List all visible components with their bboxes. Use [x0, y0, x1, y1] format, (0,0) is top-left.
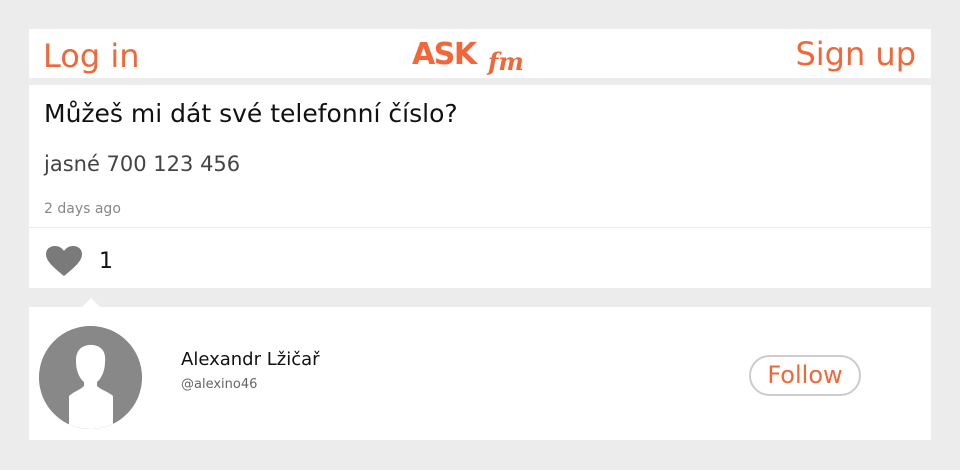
- heart-icon: [46, 246, 82, 276]
- like-count: 1: [99, 249, 113, 274]
- answer-text: jasné 700 123 456: [44, 152, 241, 176]
- card-pointer: [82, 298, 100, 307]
- top-bar: Log in ASK fm Sign up: [29, 29, 931, 78]
- logo-ask-text: ASK: [412, 37, 479, 72]
- like-button[interactable]: [45, 245, 83, 277]
- default-avatar-icon: [39, 326, 142, 429]
- signup-link[interactable]: Sign up: [795, 37, 916, 71]
- divider: [29, 227, 931, 228]
- question-text: Můžeš mi dát své telefonní číslo?: [44, 99, 458, 128]
- timestamp[interactable]: 2 days ago: [44, 200, 121, 218]
- user-name[interactable]: Alexandr Lžičař: [181, 349, 320, 371]
- user-card: Alexandr Lžičař @alexino46 Follow: [29, 307, 931, 440]
- follow-button[interactable]: Follow: [749, 355, 861, 396]
- logo-fm-text: fm: [486, 47, 524, 75]
- answer-card: Můžeš mi dát své telefonní číslo? jasné …: [29, 85, 931, 288]
- login-link[interactable]: Log in: [43, 39, 140, 73]
- askfm-logo[interactable]: ASK fm: [410, 35, 526, 75]
- avatar[interactable]: [39, 326, 142, 429]
- user-handle[interactable]: @alexino46: [181, 377, 257, 393]
